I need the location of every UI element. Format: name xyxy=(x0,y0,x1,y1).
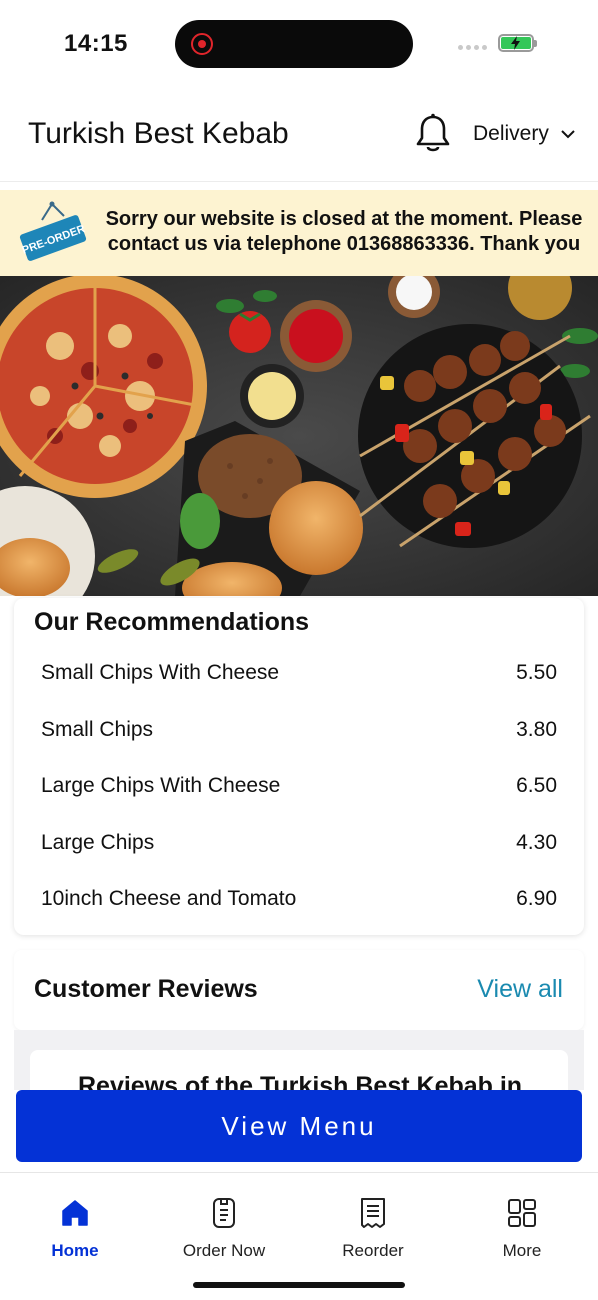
battery-icon xyxy=(498,34,537,52)
item-price: 3.80 xyxy=(516,717,557,741)
order-icon xyxy=(149,1195,299,1231)
bottom-tab-bar: Home Order Now Reorder More xyxy=(0,1172,598,1300)
closed-notice-banner: PRE-ORDER Sorry our website is closed at… xyxy=(0,190,598,276)
recommendation-item[interactable]: Large Chips 4.30 xyxy=(41,815,557,872)
recording-icon xyxy=(191,33,213,55)
tab-label: More xyxy=(502,1241,542,1260)
closed-notice-text: Sorry our website is closed at the momen… xyxy=(105,208,583,255)
tab-label: Home xyxy=(51,1241,99,1260)
home-indicator xyxy=(193,1282,405,1288)
status-time: 14:15 xyxy=(64,30,128,57)
customer-reviews-title: Customer Reviews xyxy=(34,975,258,1003)
item-price: 4.30 xyxy=(516,830,557,854)
review-card-title: Reviews of the Turkish Best Kebab in xyxy=(78,1072,523,1090)
item-price: 5.50 xyxy=(516,661,557,685)
item-price: 6.90 xyxy=(516,887,557,911)
home-icon xyxy=(0,1195,150,1231)
item-name: Large Chips With Cheese xyxy=(41,774,281,798)
tab-label: Order Now xyxy=(182,1241,266,1260)
app-header: Turkish Best Kebab Delivery xyxy=(0,90,598,182)
recommendations-card: Our Recommendations Small Chips With Che… xyxy=(14,598,584,935)
recommendation-item[interactable]: Small Chips 3.80 xyxy=(41,702,557,759)
item-name: Small Chips xyxy=(41,717,154,741)
pre-order-sign-icon: PRE-ORDER xyxy=(18,200,88,261)
recommendations-list: Small Chips With Cheese 5.50 Small Chips… xyxy=(41,645,557,928)
signal-icon xyxy=(458,45,487,50)
receipt-icon xyxy=(298,1195,448,1231)
hero-food-image xyxy=(0,276,598,596)
reviews-carousel[interactable]: Reviews of the Turkish Best Kebab in xyxy=(14,1030,584,1090)
view-menu-button[interactable]: View Menu xyxy=(16,1090,582,1162)
item-name: Large Chips xyxy=(41,830,155,854)
review-card[interactable]: Reviews of the Turkish Best Kebab in xyxy=(30,1050,568,1090)
item-name: Small Chips With Cheese xyxy=(41,661,280,685)
bell-icon[interactable] xyxy=(413,112,453,156)
item-name: 10inch Cheese and Tomato xyxy=(41,887,297,911)
status-bar: 14:15 xyxy=(0,0,598,90)
tab-home[interactable]: Home xyxy=(0,1195,150,1261)
delivery-mode-label: Delivery xyxy=(473,122,549,145)
customer-reviews-header: Customer Reviews View all xyxy=(14,950,584,1030)
chevron-down-icon xyxy=(561,130,575,139)
tab-label: Reorder xyxy=(342,1241,404,1260)
recommendations-title: Our Recommendations xyxy=(34,608,310,636)
delivery-mode-selector[interactable]: Delivery xyxy=(473,122,575,146)
tab-order-now[interactable]: Order Now xyxy=(149,1195,299,1261)
dynamic-island xyxy=(175,20,413,68)
view-all-reviews-link[interactable]: View all xyxy=(477,975,563,1004)
restaurant-title: Turkish Best Kebab xyxy=(28,117,289,150)
tab-reorder[interactable]: Reorder xyxy=(298,1195,448,1261)
grid-icon xyxy=(447,1195,597,1231)
recommendation-item[interactable]: Large Chips With Cheese 6.50 xyxy=(41,758,557,815)
recommendation-item[interactable]: 10inch Cheese and Tomato 6.90 xyxy=(41,871,557,928)
item-price: 6.50 xyxy=(516,774,557,798)
tab-more[interactable]: More xyxy=(447,1195,597,1261)
recommendation-item[interactable]: Small Chips With Cheese 5.50 xyxy=(41,645,557,702)
